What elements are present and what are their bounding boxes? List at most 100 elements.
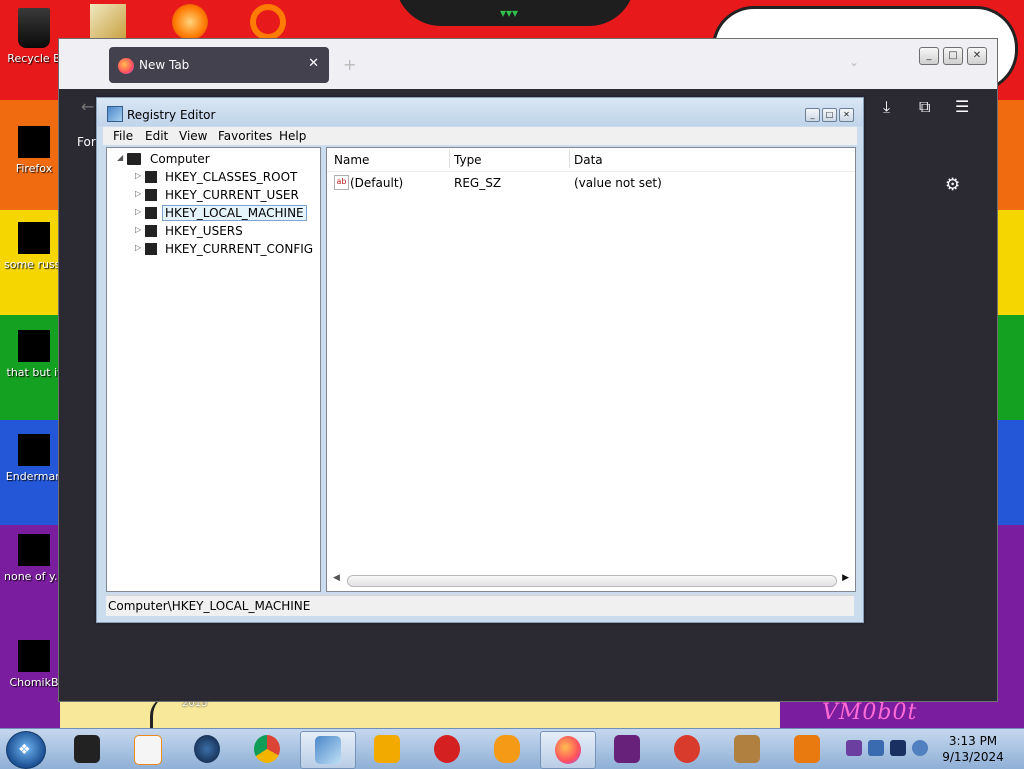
desktop-icon-label: none of y... retards kn — [4, 570, 64, 583]
taskbar-app-de[interactable] — [360, 731, 414, 767]
minimize-button[interactable]: _ — [919, 47, 939, 65]
menu-bar: File Edit View Favorites Help — [103, 127, 857, 145]
tab-title: New Tab — [139, 58, 190, 72]
table-cell-type: REG_SZ — [454, 176, 502, 190]
wallpaper-eyes: ▾▾▾ — [500, 6, 519, 20]
recycle-bin-icon — [18, 8, 50, 48]
expand-arrow-icon[interactable]: ▷ — [135, 207, 141, 216]
desktop-icon-firefox[interactable]: Firefox — [4, 126, 64, 176]
desktop-icon-files[interactable]: that but it — [4, 330, 64, 380]
taskbar-clock[interactable]: 3:13 PM 9/13/2024 — [930, 733, 1016, 765]
collapse-arrow-icon[interactable]: ◢ — [117, 153, 123, 162]
menu-help[interactable]: Help — [279, 129, 306, 143]
tree-node-hkcu[interactable]: ▷ HKEY_CURRENT_USER — [135, 188, 315, 204]
new-tab-button[interactable]: + — [343, 55, 356, 74]
tab-close-icon[interactable]: ✕ — [308, 56, 319, 71]
expand-arrow-icon[interactable]: ▷ — [135, 225, 141, 234]
desktop-folder-icon[interactable] — [90, 4, 126, 40]
enderman-icon — [18, 434, 50, 466]
document-icon — [18, 222, 50, 254]
desktop-icon-label: Recycle B — [7, 52, 61, 65]
header-separator — [327, 171, 855, 172]
taskbar-media-player[interactable] — [120, 731, 174, 767]
taskbar-firefox[interactable] — [540, 731, 596, 769]
taskbar-chomikbox[interactable] — [720, 731, 774, 767]
taskbar-app-1[interactable] — [60, 731, 114, 767]
taskbar-app-orange[interactable] — [780, 731, 834, 767]
firefox-partial-text: For — [77, 135, 96, 149]
desktop-firefox-icon[interactable] — [172, 4, 208, 40]
chrome-icon — [254, 735, 280, 763]
desktop-icon-label: Enderman — [5, 470, 63, 483]
tray-app-icon[interactable] — [846, 740, 862, 756]
tree-node-hkcr[interactable]: ▷ HKEY_CLASSES_ROOT — [135, 170, 315, 186]
expand-arrow-icon[interactable]: ▷ — [135, 171, 141, 180]
settings-gear-icon[interactable]: ⚙ — [945, 175, 960, 195]
tab-list-chevron-icon[interactable]: ⌄ — [849, 55, 859, 69]
horizontal-scrollbar[interactable]: ◀ ▶ — [333, 573, 849, 587]
globe-icon — [194, 735, 220, 763]
download-icon[interactable]: ⤓ — [883, 97, 890, 117]
desktop-icon-video[interactable]: none of y... retards kn — [4, 534, 64, 584]
tray-volume-icon[interactable] — [912, 740, 928, 756]
menu-view[interactable]: View — [179, 129, 207, 143]
column-divider[interactable] — [449, 150, 450, 168]
desktop-icon-label: ChomikB — [9, 676, 59, 689]
extensions-icon[interactable]: ⧉ — [919, 97, 930, 117]
reg-minimize-button[interactable]: _ — [805, 108, 820, 122]
column-header-data[interactable]: Data — [574, 153, 603, 167]
desktop-icon-chomikbox[interactable]: ChomikB — [4, 640, 64, 690]
menu-edit[interactable]: Edit — [145, 129, 168, 143]
computer-icon — [127, 153, 141, 165]
taskbar-app-3[interactable] — [180, 731, 234, 767]
menu-file[interactable]: File — [113, 129, 133, 143]
close-button[interactable]: ✕ — [967, 47, 987, 65]
menu-favorites[interactable]: Favorites — [218, 129, 272, 143]
visual-studio-icon — [614, 735, 640, 763]
taskbar-app-fish[interactable] — [480, 731, 534, 767]
table-cell-name[interactable]: (Default) — [350, 176, 403, 190]
taskbar-chrome[interactable] — [240, 731, 294, 767]
desktop-icon-enderman[interactable]: Enderman — [4, 434, 64, 484]
scroll-left-arrow-icon[interactable]: ◀ — [333, 573, 340, 583]
windows-logo-icon: ❖ — [18, 742, 31, 758]
tray-network-icon[interactable] — [868, 740, 884, 756]
registry-editor-window: Registry Editor _ □ ✕ File Edit View Fav… — [96, 97, 864, 623]
taskbar-app-red[interactable] — [420, 731, 474, 767]
reg-maximize-button[interactable]: □ — [822, 108, 837, 122]
firefox-favicon-icon — [118, 58, 134, 74]
menu-hamburger-icon[interactable]: ☰ — [955, 97, 969, 116]
back-arrow-icon[interactable]: ← — [81, 97, 94, 116]
column-divider[interactable] — [569, 150, 570, 168]
tab-new-tab[interactable]: New Tab ✕ — [109, 47, 329, 83]
tree-node-hkcc[interactable]: ▷ HKEY_CURRENT_CONFIG — [135, 242, 315, 258]
scroll-right-arrow-icon[interactable]: ▶ — [842, 573, 849, 583]
start-button[interactable]: ❖ — [6, 731, 46, 769]
desktop-app-icon[interactable] — [250, 4, 286, 40]
media-player-icon — [134, 735, 162, 765]
tray-monitor-icon[interactable] — [890, 740, 906, 756]
reg-close-button[interactable]: ✕ — [839, 108, 854, 122]
folder-icon — [145, 207, 157, 219]
taskbar-app-p[interactable] — [660, 731, 714, 767]
maximize-button[interactable]: □ — [943, 47, 963, 65]
values-list: Name Type Data ab (Default) REG_SZ (valu… — [326, 147, 856, 592]
tree-node-hklm[interactable]: ▷ HKEY_LOCAL_MACHINE — [135, 205, 315, 222]
tree-node-computer[interactable]: ◢ Computer — [117, 152, 307, 168]
files-icon — [18, 330, 50, 362]
column-header-type[interactable]: Type — [454, 153, 482, 167]
taskbar-visual-studio[interactable] — [600, 731, 654, 767]
expand-arrow-icon[interactable]: ▷ — [135, 189, 141, 198]
registry-title-bar: Registry Editor _ □ ✕ — [97, 98, 863, 126]
tree-node-hku[interactable]: ▷ HKEY_USERS — [135, 224, 315, 240]
scrollbar-thumb[interactable] — [347, 575, 837, 587]
window-title: Registry Editor — [127, 108, 216, 122]
column-header-name[interactable]: Name — [334, 153, 369, 167]
expand-arrow-icon[interactable]: ▷ — [135, 243, 141, 252]
folder-icon — [145, 189, 157, 201]
desktop-icon-recycle-bin[interactable]: Recycle B — [4, 8, 64, 66]
de-app-icon — [374, 735, 400, 763]
desktop-icon-document[interactable]: some russ... ran a ra — [4, 222, 64, 272]
desktop-icon-label: Firefox — [15, 162, 53, 175]
taskbar-registry-editor[interactable] — [300, 731, 356, 769]
